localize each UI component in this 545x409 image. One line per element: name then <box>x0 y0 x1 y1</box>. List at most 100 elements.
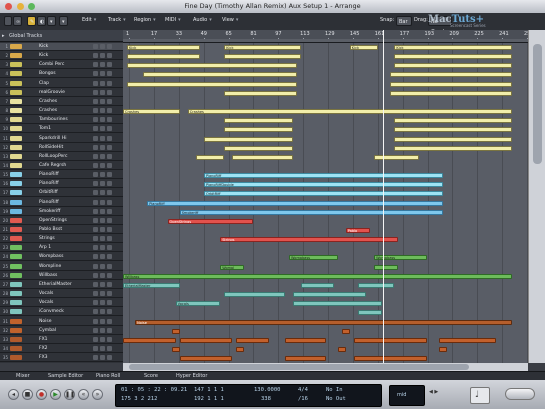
solo-button[interactable] <box>100 144 105 150</box>
solo-button[interactable] <box>100 172 105 178</box>
mute-button[interactable] <box>93 336 98 342</box>
record-enable-button[interactable] <box>107 272 112 278</box>
tab-score[interactable]: Score <box>144 373 158 379</box>
region[interactable]: PianoRiffDouble <box>204 182 443 188</box>
tab-sample-editor[interactable]: Sample Editor <box>48 373 83 379</box>
track-row[interactable]: 26 Willbass <box>0 272 123 280</box>
region[interactable] <box>293 292 366 298</box>
track-row[interactable]: 30 iConvmeck <box>0 308 123 317</box>
track-row[interactable]: 8 Crashes <box>0 107 123 116</box>
mute-button[interactable] <box>93 153 98 159</box>
disclosure-triangle-icon[interactable]: ▸ <box>2 30 5 42</box>
menu-region[interactable]: Region ▾ <box>134 17 156 23</box>
transport-options-button[interactable] <box>505 388 535 400</box>
record-enable-button[interactable] <box>107 245 112 251</box>
solo-button[interactable] <box>100 236 105 242</box>
region[interactable] <box>337 346 346 352</box>
region[interactable] <box>353 337 427 343</box>
cpu-meter[interactable]: mid <box>389 385 425 406</box>
track-row[interactable]: 15 PianoRiff <box>0 171 123 180</box>
record-button[interactable]: ● <box>36 389 47 400</box>
track-row[interactable]: 10 Tom1 <box>0 125 123 134</box>
region[interactable]: Wompbass <box>289 255 338 261</box>
region[interactable] <box>224 127 294 133</box>
pencil-tool-icon[interactable]: ✎ <box>27 16 36 26</box>
record-enable-button[interactable] <box>107 135 112 141</box>
tab-hyper-editor[interactable]: Hyper Editor <box>176 373 207 379</box>
solo-button[interactable] <box>100 217 105 223</box>
link-icon[interactable]: ∞ <box>13 16 22 26</box>
rewind-button[interactable]: « <box>78 389 89 400</box>
solo-button[interactable] <box>100 291 105 297</box>
solo-button[interactable] <box>100 44 105 49</box>
region[interactable] <box>127 63 298 69</box>
mute-button[interactable] <box>93 190 98 196</box>
mute-button[interactable] <box>93 44 98 49</box>
region[interactable] <box>224 54 302 60</box>
tool-menu-icon[interactable]: ▾ <box>47 16 56 26</box>
track-row[interactable]: 4 Bongos <box>0 70 123 79</box>
record-enable-button[interactable] <box>107 227 112 232</box>
mute-button[interactable] <box>93 208 98 214</box>
solo-button[interactable] <box>100 181 105 187</box>
stop-button[interactable]: ■ <box>22 389 33 400</box>
record-enable-button[interactable] <box>107 71 112 77</box>
solo-button[interactable] <box>100 345 105 351</box>
solo-button[interactable] <box>100 162 105 168</box>
region[interactable] <box>127 81 298 87</box>
solo-button[interactable] <box>100 80 105 86</box>
toggle-button[interactable] <box>4 16 12 26</box>
mute-button[interactable] <box>93 181 98 187</box>
record-enable-button[interactable] <box>107 236 112 242</box>
track-row[interactable]: 27 EtherialMaster <box>0 281 123 289</box>
track-row[interactable]: 7 Crashes <box>0 98 123 106</box>
menu-edit[interactable]: Edit ▾ <box>82 17 96 23</box>
region[interactable]: Noise <box>135 319 512 325</box>
region[interactable]: PianoRiff <box>147 200 443 206</box>
region[interactable] <box>171 346 180 352</box>
mute-button[interactable] <box>93 245 98 251</box>
region[interactable]: Smokeriff <box>179 209 443 215</box>
track-row[interactable]: 20 OpenStrings <box>0 217 123 225</box>
track-row[interactable]: 28 Vocals <box>0 290 123 299</box>
record-enable-button[interactable] <box>107 181 112 187</box>
track-row[interactable]: 2 Kick <box>0 52 123 61</box>
region[interactable] <box>394 118 512 124</box>
region[interactable] <box>390 81 512 87</box>
record-enable-button[interactable] <box>107 153 112 159</box>
region[interactable]: EtherialMaster <box>123 282 180 288</box>
record-enable-button[interactable] <box>107 318 112 324</box>
mute-button[interactable] <box>93 327 98 333</box>
record-enable-button[interactable] <box>107 98 112 104</box>
region[interactable] <box>127 54 200 60</box>
region[interactable] <box>195 154 225 160</box>
mute-button[interactable] <box>93 89 98 95</box>
mode-buttons[interactable]: ◀ ▶ <box>429 389 438 395</box>
region[interactable] <box>394 63 512 69</box>
record-enable-button[interactable] <box>107 62 112 68</box>
mute-button[interactable] <box>93 281 98 287</box>
region[interactable]: Strings <box>220 237 399 243</box>
record-enable-button[interactable] <box>107 80 112 86</box>
region[interactable]: Kick <box>127 45 200 50</box>
solo-button[interactable] <box>100 199 105 205</box>
region[interactable]: Pablo <box>345 228 371 233</box>
record-enable-button[interactable] <box>107 355 112 361</box>
region[interactable]: PianoRiff <box>204 173 443 179</box>
solo-button[interactable] <box>100 254 105 260</box>
go-to-start-button[interactable]: ◂ <box>8 389 19 400</box>
solo-button[interactable] <box>100 98 105 104</box>
record-enable-button[interactable] <box>107 345 112 351</box>
vertical-scrollbar[interactable] <box>528 30 545 363</box>
arrange-area[interactable]: Kick Kick Kick Kick Crashes Crashes PianoRiff P… <box>123 43 528 363</box>
record-enable-button[interactable] <box>107 300 112 306</box>
region[interactable] <box>357 310 383 316</box>
region[interactable]: Kick <box>349 45 379 50</box>
region[interactable] <box>236 337 269 343</box>
record-enable-button[interactable] <box>107 108 112 114</box>
record-enable-button[interactable] <box>107 117 112 123</box>
solo-button[interactable] <box>100 71 105 77</box>
menu-midi[interactable]: MIDI ▾ <box>165 17 181 23</box>
mute-button[interactable] <box>93 162 98 168</box>
mute-button[interactable] <box>93 272 98 278</box>
